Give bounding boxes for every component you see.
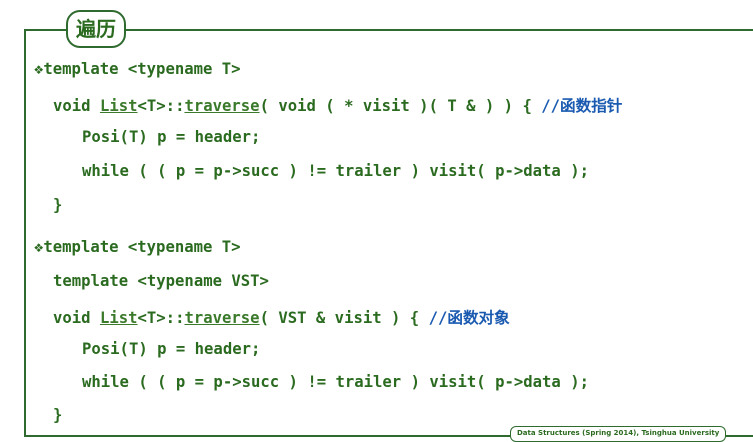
- code-line: Posi(T) p = header;: [82, 340, 261, 358]
- list-class-link: List: [99, 97, 138, 115]
- code-text: <T>::: [137, 97, 185, 115]
- slide-title: 遍历: [66, 10, 126, 48]
- code-line: }: [53, 406, 63, 424]
- code-line: while ( ( p = p->succ ) != trailer ) vis…: [82, 162, 589, 180]
- code-line: ❖template <typename T>: [34, 60, 241, 78]
- code-comment: //函数指针: [541, 97, 623, 115]
- traverse-method-link: traverse: [184, 309, 260, 327]
- code-comment: //函数对象: [428, 309, 510, 327]
- code-text: void: [53, 309, 100, 327]
- code-text: void: [53, 97, 100, 115]
- list-class-link: List: [99, 309, 138, 327]
- code-line: template <typename VST>: [53, 272, 269, 290]
- code-text: template <typename T>: [43, 60, 241, 78]
- bullet-icon: ❖: [34, 238, 44, 256]
- code-text: <T>::: [137, 309, 185, 327]
- code-line: ❖template <typename T>: [34, 238, 241, 256]
- code-text: ( void ( * visit )( T & ) ) {: [259, 97, 542, 115]
- footer-label: Data Structures (Spring 2014), Tsinghua …: [510, 426, 727, 442]
- code-line: Posi(T) p = header;: [82, 128, 261, 146]
- code-text: ( VST & visit ) {: [259, 309, 429, 327]
- code-area: ❖template <typename T> void List<T>::tra…: [34, 0, 622, 424]
- code-line: while ( ( p = p->succ ) != trailer ) vis…: [82, 373, 589, 391]
- bullet-icon: ❖: [34, 60, 44, 78]
- code-line: void List<T>::traverse( void ( * visit )…: [53, 94, 622, 116]
- code-line: }: [53, 196, 63, 214]
- code-line: void List<T>::traverse( VST & visit ) { …: [53, 306, 510, 328]
- code-text: template <typename T>: [43, 238, 241, 256]
- traverse-method-link: traverse: [184, 97, 260, 115]
